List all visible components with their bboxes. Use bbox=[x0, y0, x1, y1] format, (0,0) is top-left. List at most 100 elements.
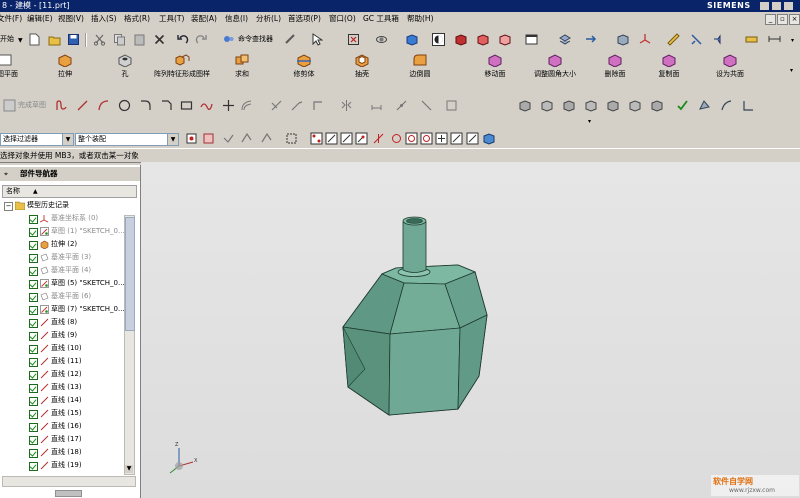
shell-button[interactable]: 抽壳 bbox=[350, 51, 374, 79]
ribbon-overflow-icon[interactable]: ▾ bbox=[790, 67, 793, 74]
menu-gc-toolbox[interactable]: GC 工具箱 bbox=[363, 13, 399, 25]
layer-settings-icon[interactable] bbox=[558, 33, 571, 46]
tree-row[interactable]: 基准平面 (4) bbox=[29, 264, 123, 277]
quick-trim-icon[interactable] bbox=[270, 99, 283, 112]
measure-icon[interactable] bbox=[667, 33, 680, 46]
menu-file[interactable]: 文件(F) bbox=[0, 13, 22, 25]
visibility-checkbox[interactable] bbox=[29, 410, 38, 419]
tree-row[interactable]: 直线 (19) bbox=[29, 459, 123, 472]
snap-tangent-icon[interactable] bbox=[466, 132, 479, 145]
trim-body-button[interactable]: 修剪体 bbox=[289, 51, 319, 79]
ruler-icon[interactable] bbox=[745, 33, 758, 46]
assembly-scope-combo[interactable]: 整个装配 ▼ bbox=[75, 133, 179, 146]
type-filter-combo[interactable]: 选择过滤器 ▼ bbox=[0, 133, 74, 146]
tree-row[interactable]: 草图 (7) "SKETCH_0... bbox=[29, 303, 125, 316]
point-tool-icon[interactable] bbox=[222, 99, 235, 112]
doc-restore-button[interactable]: ▫ bbox=[777, 14, 788, 25]
fillet-tool-icon[interactable] bbox=[139, 99, 152, 112]
sheet-op-icon[interactable] bbox=[698, 99, 711, 112]
visibility-checkbox[interactable] bbox=[29, 423, 38, 432]
snap-center-icon[interactable] bbox=[390, 132, 403, 145]
shaded-cube-icon[interactable] bbox=[454, 33, 467, 46]
menu-preferences[interactable]: 首选项(P) bbox=[288, 13, 321, 25]
visibility-checkbox[interactable] bbox=[29, 319, 38, 328]
body-select-icon[interactable] bbox=[240, 132, 253, 145]
tree-row[interactable]: 直线 (15) bbox=[29, 407, 123, 420]
edge-cube-icon[interactable] bbox=[476, 33, 489, 46]
cut-icon[interactable] bbox=[93, 33, 106, 46]
doc-minimize-button[interactable]: _ bbox=[765, 14, 776, 25]
tree-row[interactable]: 基准坐标系 (0) bbox=[29, 212, 123, 225]
tree-row[interactable]: 直线 (11) bbox=[29, 355, 123, 368]
tree-scroll-thumb[interactable] bbox=[125, 217, 135, 331]
selection-icon[interactable] bbox=[310, 33, 323, 46]
feature-op-5-icon[interactable] bbox=[606, 99, 619, 112]
menu-window[interactable]: 窗口(O) bbox=[329, 13, 356, 25]
check-geometry-icon[interactable] bbox=[676, 99, 689, 112]
graphics-viewport[interactable]: Z X 软件自学网 www.rjzxw.com bbox=[141, 162, 800, 498]
tree-collapse-toggle[interactable]: − bbox=[4, 202, 13, 211]
analysis-op-icon[interactable] bbox=[742, 99, 755, 112]
arc-tool-icon[interactable] bbox=[97, 99, 110, 112]
sketch-toolbar-overflow-icon[interactable]: ▾ bbox=[588, 118, 591, 125]
toolbar-overflow-icon[interactable]: ▾ bbox=[791, 37, 794, 44]
feature-op-7-icon[interactable] bbox=[650, 99, 663, 112]
finish-sketch-label[interactable]: 完成草图 bbox=[18, 101, 46, 110]
visibility-checkbox[interactable] bbox=[29, 462, 38, 471]
extrude-button[interactable]: 拉伸 bbox=[50, 51, 80, 79]
model-history-root[interactable]: 模型历史记录 bbox=[27, 199, 69, 212]
rectangle-tool-icon[interactable] bbox=[180, 99, 193, 112]
move-object-icon[interactable] bbox=[584, 33, 597, 46]
visibility-checkbox[interactable] bbox=[29, 332, 38, 341]
visibility-checkbox[interactable] bbox=[29, 228, 38, 237]
tree-row[interactable]: 基准平面 (3) bbox=[29, 251, 123, 264]
open-folder-icon[interactable] bbox=[48, 33, 61, 46]
visibility-checkbox[interactable] bbox=[29, 267, 38, 276]
visibility-checkbox[interactable] bbox=[29, 241, 38, 250]
snap-midpoint-icon[interactable] bbox=[325, 132, 338, 145]
snap-line-icon[interactable] bbox=[340, 132, 353, 145]
visibility-checkbox[interactable] bbox=[29, 449, 38, 458]
tree-row[interactable]: 基准平面 (6) bbox=[29, 290, 123, 303]
chamfer-tool-icon[interactable] bbox=[160, 99, 173, 112]
studio-spline-icon[interactable] bbox=[200, 99, 213, 112]
orient-view-icon[interactable] bbox=[405, 33, 418, 46]
make-coplanar-button[interactable]: 设为共面 bbox=[710, 51, 750, 79]
delete-face-button[interactable]: 删除面 bbox=[600, 51, 630, 79]
tree-row[interactable]: 草图 (1) "SKETCH_0... bbox=[29, 225, 125, 238]
start-menu-button[interactable]: 开始 bbox=[0, 35, 14, 44]
delete-icon[interactable] bbox=[153, 33, 166, 46]
rotate-view-icon[interactable] bbox=[375, 33, 388, 46]
visibility-checkbox[interactable] bbox=[29, 358, 38, 367]
copy-face-button[interactable]: 复制面 bbox=[654, 51, 684, 79]
offset-curve-icon[interactable] bbox=[240, 99, 253, 112]
analysis-icon[interactable] bbox=[690, 33, 703, 46]
resize-blend-button[interactable]: 调整圆角大小 bbox=[528, 51, 582, 79]
undo-icon[interactable] bbox=[176, 33, 189, 46]
tree-row[interactable]: 直线 (12) bbox=[29, 368, 123, 381]
menu-help[interactable]: 帮助(H) bbox=[407, 13, 434, 25]
panel-resize-handle[interactable] bbox=[55, 490, 82, 497]
feature-op-4-icon[interactable] bbox=[584, 99, 597, 112]
type-filter-dropdown-icon[interactable]: ▼ bbox=[62, 134, 73, 145]
background-icon[interactable] bbox=[525, 33, 538, 46]
hexagonal-bottle-model[interactable] bbox=[342, 216, 488, 416]
select-all-icon[interactable] bbox=[202, 132, 215, 145]
auto-constrain-icon[interactable] bbox=[420, 99, 433, 112]
start-dropdown-icon[interactable]: ▼ bbox=[18, 37, 23, 44]
visibility-checkbox[interactable] bbox=[29, 397, 38, 406]
snap-curve-icon[interactable] bbox=[450, 132, 463, 145]
close-window-button[interactable] bbox=[784, 2, 793, 10]
minimize-button[interactable] bbox=[760, 2, 769, 10]
assembly-scope-dropdown-icon[interactable]: ▼ bbox=[167, 134, 178, 145]
finish-sketch-icon[interactable] bbox=[3, 99, 16, 112]
tree-row[interactable]: 直线 (16) bbox=[29, 420, 123, 433]
menu-assembly[interactable]: 装配(A) bbox=[191, 13, 217, 25]
tree-row[interactable]: 直线 (18) bbox=[29, 446, 123, 459]
dimension-icon[interactable] bbox=[768, 33, 781, 46]
doc-close-button[interactable]: × bbox=[789, 14, 800, 25]
csys-icon[interactable] bbox=[639, 33, 652, 46]
visibility-checkbox[interactable] bbox=[29, 280, 38, 289]
snap-endpoint-icon[interactable] bbox=[310, 132, 323, 145]
mirror-curve-icon[interactable] bbox=[340, 99, 353, 112]
